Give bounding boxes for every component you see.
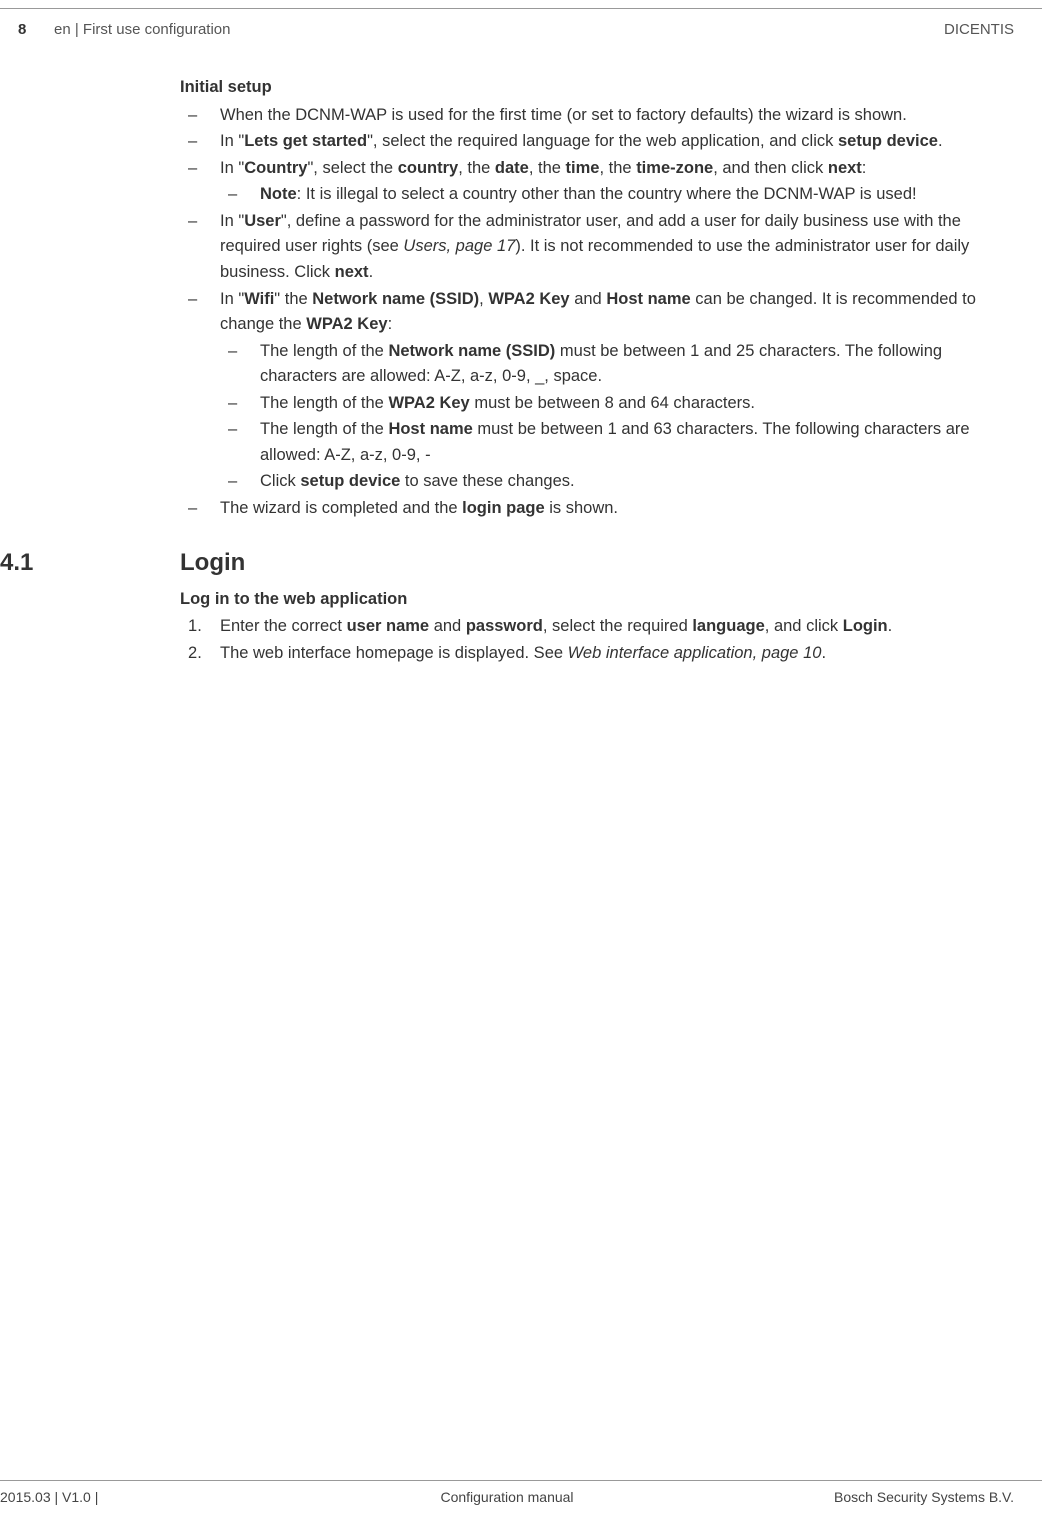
list-item: Note: It is illegal to select a country … — [220, 182, 1002, 208]
page-number: 8 — [18, 18, 54, 41]
initial-setup-heading: Initial setup — [180, 75, 1002, 101]
list-item: In "Country", select the country, the da… — [180, 156, 1002, 208]
section-number: 4.1 — [0, 544, 33, 581]
list-item: In "Lets get started", select the requir… — [180, 129, 1002, 155]
list-item: The wizard is completed and the login pa… — [180, 496, 1002, 522]
footer-center: Configuration manual — [338, 1487, 676, 1509]
section-title: Login — [180, 549, 245, 576]
login-heading: 4.1 Login — [180, 544, 1002, 581]
header-title: en | First use configuration — [54, 18, 230, 41]
list-item: In "User", define a password for the adm… — [180, 209, 1002, 286]
header-product: DICENTIS — [944, 18, 1014, 41]
list-item: In "Wifi" the Network name (SSID), WPA2 … — [180, 287, 1002, 496]
list-item: The length of the WPA2 Key must be betwe… — [220, 391, 1002, 417]
list-item: The length of the Host name must be betw… — [220, 417, 1002, 468]
list-item: When the DCNM-WAP is used for the first … — [180, 103, 1002, 129]
list-item: The length of the Network name (SSID) mu… — [220, 339, 1002, 390]
footer-right: Bosch Security Systems B.V. — [676, 1487, 1014, 1509]
list-item: Enter the correct user name and password… — [180, 614, 1002, 640]
login-subheading: Log in to the web application — [180, 587, 1002, 613]
footer-left: 2015.03 | V1.0 | — [0, 1487, 338, 1509]
page-header: 8 en | First use configuration DICENTIS — [0, 18, 1042, 41]
page-body: Initial setup When the DCNM-WAP is used … — [180, 75, 1002, 667]
list-item: The web interface homepage is displayed.… — [180, 641, 1002, 667]
page-footer: 2015.03 | V1.0 | Configuration manual Bo… — [0, 1487, 1042, 1509]
list-item: Click setup device to save these changes… — [220, 469, 1002, 495]
